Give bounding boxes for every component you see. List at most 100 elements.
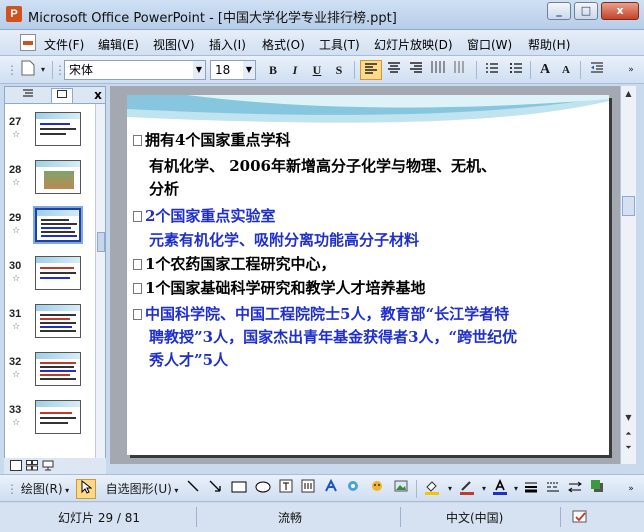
thumbnail-slide[interactable]: [35, 400, 81, 434]
bullets-icon[interactable]: [506, 60, 526, 80]
insert-picture-icon[interactable]: [392, 479, 410, 499]
thumbnail-item-selected[interactable]: 29 ☆: [5, 204, 95, 250]
menu-slideshow[interactable]: 幻灯片放映(D): [374, 36, 453, 53]
menu-file[interactable]: 文件(F): [44, 36, 84, 53]
thumbnail-item[interactable]: 27 ☆: [5, 108, 95, 154]
vertical-text-box-icon[interactable]: [300, 479, 316, 499]
chevron-down-icon[interactable]: ▾: [480, 479, 488, 499]
align-center-icon[interactable]: [384, 60, 404, 80]
animation-star-icon: ☆: [12, 130, 21, 140]
slide-line-text: 分析: [149, 180, 180, 198]
oval-tool-icon[interactable]: [254, 479, 272, 499]
thumbnail-item[interactable]: 32 ☆: [5, 348, 95, 394]
thumbnail-scrollbar[interactable]: [95, 104, 105, 459]
thumbnail-slide[interactable]: [35, 112, 81, 146]
chevron-down-icon[interactable]: ▼: [193, 61, 205, 79]
thumbnail-slide[interactable]: [35, 352, 81, 386]
align-left-icon[interactable]: [360, 60, 382, 80]
scrollbar-thumb[interactable]: [622, 196, 635, 216]
spell-check-icon[interactable]: [572, 510, 592, 524]
bold-button[interactable]: B: [264, 60, 282, 80]
scrollbar-thumb[interactable]: [97, 232, 105, 252]
thumbnail-item[interactable]: 28 ☆: [5, 156, 95, 202]
line-tool-icon[interactable]: [184, 479, 202, 499]
numbering-icon[interactable]: [482, 60, 502, 80]
toolbar-options-icon[interactable]: »: [624, 479, 638, 499]
menu-view[interactable]: 视图(V): [153, 36, 195, 53]
diagram-icon[interactable]: [344, 479, 362, 499]
grow-font-button[interactable]: A: [536, 60, 554, 80]
document-icon[interactable]: [20, 34, 36, 51]
clip-art-icon[interactable]: [368, 479, 386, 499]
thumbnail-number: 32: [9, 356, 22, 368]
thumbnail-number: 27: [9, 116, 22, 128]
close-button[interactable]: x: [601, 2, 639, 20]
previous-slide-icon[interactable]: ⏶: [622, 428, 635, 440]
menu-help[interactable]: 帮助(H): [528, 36, 570, 53]
slide-canvas[interactable]: 拥有4个国家重点学科 有机化学、 2006年新增高分子化学与物理、无机、 分析 2个国…: [127, 95, 609, 455]
draw-menu-button[interactable]: 绘图(R) ▾: [18, 479, 72, 499]
line-color-icon[interactable]: [456, 479, 478, 499]
vertical-text-icon[interactable]: [450, 60, 470, 80]
thumbnail-slide[interactable]: [33, 206, 83, 244]
thumbnail-slide[interactable]: [35, 160, 81, 194]
font-name-select[interactable]: 宋体 ▼: [64, 60, 206, 80]
outline-tab[interactable]: [17, 88, 39, 103]
font-size-select[interactable]: 18 ▼: [210, 60, 256, 80]
next-slide-icon[interactable]: ⏷: [622, 442, 635, 454]
thumbnail-slide[interactable]: [35, 304, 81, 338]
fill-color-icon[interactable]: [420, 479, 444, 499]
menu-insert[interactable]: 插入(I): [209, 36, 246, 53]
thumbnail-item[interactable]: 30 ☆: [5, 252, 95, 298]
menu-format[interactable]: 格式(O): [262, 36, 305, 53]
powerpoint-app-icon[interactable]: P: [6, 6, 22, 22]
new-dropdown-arrow-icon[interactable]: ▾: [38, 60, 48, 80]
thumbnail-slide[interactable]: [35, 256, 81, 290]
minimize-button[interactable]: _: [547, 2, 571, 20]
slideshow-view-icon[interactable]: [42, 460, 54, 471]
thumbnail-number: 28: [9, 164, 22, 176]
slides-tab[interactable]: [51, 88, 73, 103]
scroll-up-icon[interactable]: ▲: [622, 88, 635, 100]
design-template-name: 流畅: [278, 511, 303, 525]
text-box-icon[interactable]: [278, 479, 294, 499]
new-document-icon[interactable]: [20, 60, 36, 80]
shrink-font-button[interactable]: A: [558, 60, 574, 80]
line-style-icon[interactable]: [522, 479, 540, 499]
toolbar-grip-icon[interactable]: ⋮: [54, 60, 66, 80]
font-color-icon[interactable]: [490, 479, 510, 499]
chevron-down-icon[interactable]: ▼: [243, 61, 255, 79]
shadow-button[interactable]: S: [330, 60, 348, 80]
menu-window[interactable]: 窗口(W): [467, 36, 512, 53]
align-right-icon[interactable]: [406, 60, 426, 80]
underline-button[interactable]: U: [308, 60, 326, 80]
slide-bullet-line: 2个国家重点实验室: [133, 205, 275, 226]
thumbnail-item[interactable]: 31 ☆: [5, 300, 95, 346]
thumbnail-item[interactable]: 33 ☆: [5, 396, 95, 442]
slide-sorter-view-icon[interactable]: [26, 460, 38, 471]
scroll-down-icon[interactable]: ▼: [622, 412, 635, 424]
menu-tools[interactable]: 工具(T): [319, 36, 360, 53]
select-objects-icon[interactable]: [76, 479, 96, 499]
decrease-indent-icon[interactable]: [588, 60, 606, 80]
autoshapes-menu-button[interactable]: 自选图形(U) ▾: [102, 479, 182, 499]
rectangle-tool-icon[interactable]: [230, 479, 248, 499]
toolbar-grip-icon[interactable]: ⋮: [6, 60, 18, 80]
normal-view-icon[interactable]: [10, 460, 22, 471]
close-pane-button[interactable]: x: [87, 88, 109, 103]
toolbar-options-icon[interactable]: »: [624, 60, 638, 80]
restore-button[interactable]: □: [574, 2, 598, 20]
dash-style-icon[interactable]: [544, 479, 562, 499]
arrow-tool-icon[interactable]: [206, 479, 224, 499]
slide-scrollbar[interactable]: ▲ ▼ ⏶ ⏷: [620, 86, 636, 464]
shadow-style-icon[interactable]: [588, 479, 606, 499]
chevron-down-icon[interactable]: ▾: [446, 479, 454, 499]
distribute-text-icon[interactable]: [428, 60, 448, 80]
autoshapes-label: 自选图形(U): [105, 482, 172, 496]
wordart-icon[interactable]: [322, 478, 340, 499]
toolbar-grip-icon[interactable]: ⋮: [6, 479, 18, 499]
menu-edit[interactable]: 编辑(E): [98, 36, 139, 53]
arrow-style-icon[interactable]: [566, 479, 584, 499]
italic-button[interactable]: I: [286, 60, 304, 80]
chevron-down-icon[interactable]: ▾: [512, 479, 520, 499]
